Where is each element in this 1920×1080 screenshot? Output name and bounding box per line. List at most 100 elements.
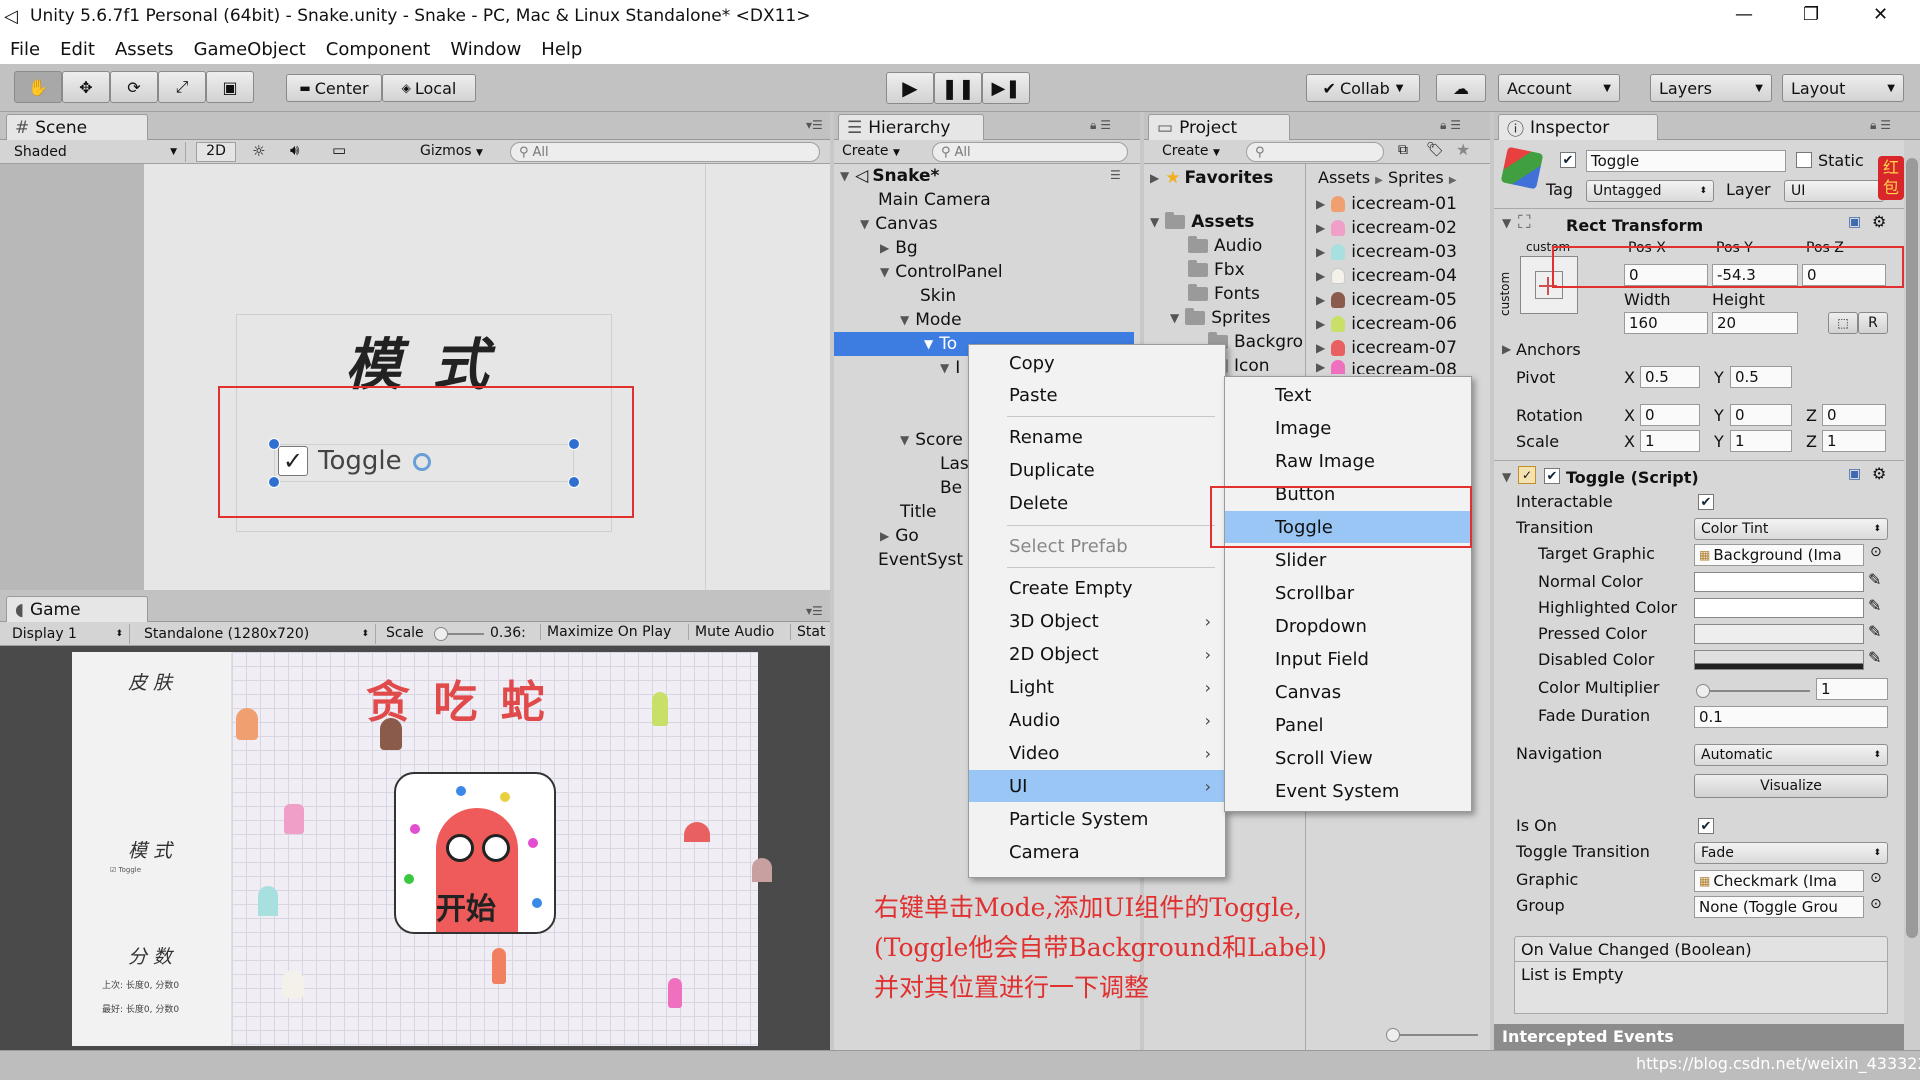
- rect-tool-button[interactable]: ▣: [206, 71, 254, 103]
- hierarchy-scene-row[interactable]: ▼ ◁ Snake*: [840, 164, 939, 188]
- pivot-x-field[interactable]: 0.5: [1640, 366, 1700, 388]
- gear-icon[interactable]: ⚙: [1872, 464, 1886, 483]
- menu-item-2d-object[interactable]: 2D Object ›: [969, 638, 1225, 670]
- active-checkbox[interactable]: ✔: [1560, 152, 1576, 168]
- height-field[interactable]: 20: [1712, 312, 1798, 334]
- inspector-scrollbar[interactable]: [1904, 140, 1920, 1050]
- submenu-item-event-system[interactable]: Event System: [1225, 775, 1471, 807]
- submenu-item-image[interactable]: Image: [1225, 412, 1471, 444]
- submenu-item-text[interactable]: Text: [1225, 379, 1471, 411]
- star-icon[interactable]: ★: [1456, 140, 1470, 159]
- assets-folder-row[interactable]: ▼ Assets: [1150, 210, 1254, 234]
- navigation-dropdown[interactable]: Automatic ⬍: [1694, 744, 1888, 766]
- 2d-toggle-button[interactable]: 2D: [196, 142, 236, 162]
- transition-dropdown[interactable]: Color Tint ⬍: [1694, 518, 1888, 540]
- toggle-transition-dropdown[interactable]: Fade ⬍: [1694, 842, 1888, 864]
- pressed-color-swatch[interactable]: [1694, 624, 1864, 644]
- scale-y-field[interactable]: 1: [1730, 430, 1792, 452]
- layout-dropdown[interactable]: Layout ▼: [1782, 74, 1904, 102]
- lock-icon[interactable]: 🔒︎ ☰: [1870, 118, 1891, 133]
- menu-item-copy[interactable]: Copy: [969, 347, 1225, 379]
- start-button[interactable]: 开始: [394, 772, 556, 934]
- menu-assets[interactable]: Assets: [115, 39, 174, 60]
- lock-icon[interactable]: 🔒︎ ☰: [1090, 118, 1111, 133]
- image-effects-icon[interactable]: ▭: [332, 141, 346, 159]
- submenu-item-slider[interactable]: Slider: [1225, 544, 1471, 576]
- group-field[interactable]: None (Toggle Grou: [1694, 896, 1864, 918]
- disabled-color-swatch[interactable]: [1694, 650, 1864, 670]
- submenu-item-dropdown[interactable]: Dropdown: [1225, 610, 1471, 642]
- project-zoom-slider[interactable]: [1386, 1028, 1478, 1042]
- rotate-tool-button[interactable]: ⟳: [110, 71, 158, 103]
- scale-x-field[interactable]: 1: [1640, 430, 1700, 452]
- minimize-button[interactable]: —: [1735, 4, 1753, 25]
- stats-button[interactable]: Stat: [790, 624, 831, 640]
- slider-thumb[interactable]: [1386, 1028, 1400, 1042]
- account-dropdown[interactable]: Account ▼: [1498, 74, 1620, 102]
- sun-icon[interactable]: ☼: [252, 142, 265, 160]
- restore-button[interactable]: ❐: [1803, 4, 1819, 25]
- menu-item-audio[interactable]: Audio ›: [969, 704, 1225, 736]
- graphic-field[interactable]: ▦ Checkmark (Ima: [1694, 870, 1864, 892]
- anchors-label[interactable]: Anchors: [1516, 340, 1581, 359]
- is-on-checkbox[interactable]: ✔: [1698, 818, 1714, 834]
- menu-item-duplicate[interactable]: Duplicate: [969, 454, 1225, 486]
- cloud-button[interactable]: ☁: [1436, 74, 1486, 102]
- tab-inspector[interactable]: ⓘ Inspector: [1498, 114, 1658, 140]
- visualize-button[interactable]: Visualize: [1694, 774, 1888, 798]
- asset-icecream-07[interactable]: ▶ icecream-07: [1316, 336, 1457, 360]
- collab-button[interactable]: ✔ Collab ▼: [1306, 74, 1420, 102]
- hierarchy-item-eventsystem[interactable]: EventSyst: [878, 548, 963, 572]
- scale-tool-button[interactable]: ⤢: [158, 71, 206, 103]
- menu-item-video[interactable]: Video ›: [969, 737, 1225, 769]
- blueprint-mode-button[interactable]: ⬚: [1828, 312, 1858, 334]
- hierarchy-item-mode[interactable]: ▼ Mode: [900, 308, 962, 332]
- rect-transform-header[interactable]: Rect Transform: [1566, 216, 1703, 235]
- lock-icon[interactable]: 🔒︎ ☰: [1440, 118, 1461, 133]
- object-picker-icon[interactable]: ⊙: [1870, 870, 1882, 886]
- breadcrumb-sprites[interactable]: Sprites: [1388, 168, 1444, 187]
- rotation-y-field[interactable]: 0: [1730, 404, 1792, 426]
- pause-button[interactable]: ❚❚: [934, 72, 982, 104]
- asset-icecream-02[interactable]: ▶ icecream-02: [1316, 216, 1457, 240]
- hierarchy-item-title[interactable]: Title: [900, 500, 936, 524]
- gear-icon[interactable]: ⚙: [1872, 212, 1886, 231]
- asset-icecream-03[interactable]: ▶ icecream-03: [1316, 240, 1457, 264]
- pivot-local-button[interactable]: ◈ Local: [382, 74, 476, 102]
- object-picker-icon[interactable]: ⊙: [1870, 544, 1882, 560]
- eyedropper-icon[interactable]: ✎: [1868, 596, 1881, 615]
- eyedropper-icon[interactable]: ✎: [1868, 648, 1881, 667]
- filter-label-icon[interactable]: 🏷︎: [1426, 142, 1444, 158]
- hierarchy-search-input[interactable]: ⚲ All: [932, 142, 1128, 162]
- menu-item-paste[interactable]: Paste: [969, 379, 1225, 411]
- panel-menu-icon[interactable]: ▾☰: [806, 118, 823, 132]
- rotation-x-field[interactable]: 0: [1640, 404, 1700, 426]
- object-picker-icon[interactable]: ⊙: [1870, 896, 1882, 912]
- menu-item-particle-system[interactable]: Particle System: [969, 803, 1225, 835]
- pivot-center-button[interactable]: ▬ Center: [286, 74, 382, 102]
- submenu-item-raw-image[interactable]: Raw Image: [1225, 445, 1471, 477]
- slider-thumb[interactable]: [434, 627, 448, 641]
- play-button[interactable]: ▶: [886, 72, 934, 104]
- rotation-z-field[interactable]: 0: [1822, 404, 1886, 426]
- foldout-arrow-icon[interactable]: ▼: [1502, 470, 1511, 484]
- hierarchy-item-last[interactable]: Las: [940, 452, 969, 476]
- menu-edit[interactable]: Edit: [60, 39, 95, 60]
- static-checkbox[interactable]: [1796, 152, 1812, 168]
- menu-window[interactable]: Window: [450, 39, 521, 60]
- close-button[interactable]: ✕: [1873, 4, 1888, 25]
- hierarchy-item-background[interactable]: ▼ I: [940, 356, 960, 380]
- resolution-dropdown[interactable]: Standalone (1280x720) ⬍: [138, 624, 376, 644]
- menu-component[interactable]: Component: [326, 39, 431, 60]
- layer-dropdown[interactable]: UI: [1784, 180, 1884, 202]
- hierarchy-item-go[interactable]: ▶ Go: [880, 524, 919, 548]
- menu-item-create-empty[interactable]: Create Empty: [969, 572, 1225, 604]
- submenu-item-canvas[interactable]: Canvas: [1225, 676, 1471, 708]
- hierarchy-item-skin[interactable]: Skin: [920, 284, 956, 308]
- toggle-component-enabled-checkbox[interactable]: ✔: [1544, 468, 1560, 484]
- tab-game[interactable]: ◖ Game: [6, 596, 148, 622]
- hierarchy-item-controlpanel[interactable]: ▼ ControlPanel: [880, 260, 1003, 284]
- project-create-dropdown[interactable]: Create ▼: [1162, 143, 1220, 159]
- pivot-y-field[interactable]: 0.5: [1730, 366, 1792, 388]
- highlighted-color-swatch[interactable]: [1694, 598, 1864, 618]
